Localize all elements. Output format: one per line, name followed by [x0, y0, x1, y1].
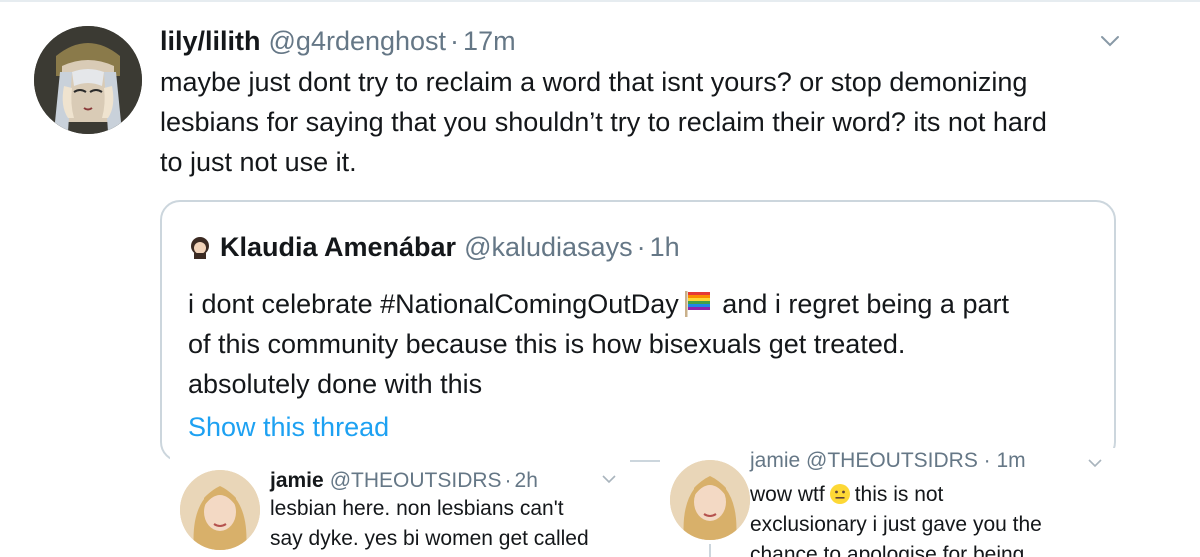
quoted-display-name[interactable]: Klaudia Amenábar — [220, 230, 456, 264]
embedded-tweet-text: lesbian here. non lesbians can't say dyk… — [270, 494, 630, 554]
separator-dot: · — [636, 232, 646, 262]
tweet-header: lily/lilith @g4rdenghost · 17m — [160, 24, 516, 58]
user-handle[interactable]: @g4rdenghost — [269, 24, 447, 58]
embedded-display-name: jamie — [270, 469, 324, 492]
avatar[interactable] — [34, 26, 142, 134]
tweet-text-line: maybe just dont try to reclaim a word th… — [160, 67, 1028, 97]
embedded-text-part: this is not — [854, 483, 944, 506]
blonde-avatar-icon — [670, 460, 750, 540]
embedded-text-line: wow wtf this is not — [750, 480, 1110, 510]
top-divider — [0, 0, 1200, 2]
separator-dot: · — [504, 469, 512, 492]
embedded-text-line: say dyke. yes bi women get called — [270, 527, 589, 550]
avatar — [670, 460, 750, 540]
quoted-user-handle[interactable]: @kaludiasays — [464, 230, 633, 264]
embedded-text-line: exclusionary i just gave you the — [750, 513, 1042, 536]
quoted-tweet-header: Klaudia Amenábar @kaludiasays · 1h — [188, 230, 680, 264]
separator-dot: · — [450, 26, 460, 56]
quoted-timestamp: 1h — [649, 232, 680, 262]
embedded-text-line: chance to apologise for being — [750, 543, 1025, 557]
blonde-avatar-icon — [180, 470, 260, 550]
neutral-face-emoji-icon — [829, 484, 850, 504]
embedded-text-line: lesbian here. non lesbians can't — [270, 497, 564, 520]
quoted-text-part: and i regret being a part — [714, 289, 1009, 319]
chevron-down-icon — [602, 475, 616, 484]
embedded-tweet-text: wow wtf this is not exclusionary i just … — [750, 480, 1110, 557]
tweet-text: maybe just dont try to reclaim a word th… — [160, 62, 1120, 182]
quoted-tweet-text: i dont celebrate #NationalComingOutDay a… — [188, 284, 1088, 404]
embedded-timestamp: 2h — [514, 469, 538, 492]
quoted-text-line: i dont celebrate #NationalComingOutDay a… — [188, 284, 1088, 324]
avatar — [180, 470, 260, 550]
embedded-tweet-screenshot-right: jamie @THEOUTSIDRS · 1m wow wtf this is … — [660, 448, 1120, 557]
embedded-tweet-header-partial: jamie @THEOUTSIDRS · 1m — [750, 448, 1026, 474]
anime-avatar-icon — [34, 26, 142, 134]
tweet-text-line: lesbians for saying that you shouldn’t t… — [160, 107, 1047, 137]
show-thread-link[interactable]: Show this thread — [188, 410, 389, 444]
embedded-header-partial: jamie @THEOUTSIDRS · 1m — [750, 449, 1026, 472]
thread-line — [709, 544, 711, 557]
woman-emoji-icon — [191, 237, 209, 259]
quoted-text-line: absolutely done with this — [188, 369, 483, 399]
embedded-tweet-screenshot-left: jamie @THEOUTSIDRS · 2h lesbian here. no… — [170, 448, 630, 557]
embedded-handle: @THEOUTSIDRS — [329, 469, 502, 492]
chevron-down-icon[interactable] — [1100, 34, 1120, 48]
quoted-tweet-card[interactable]: Klaudia Amenábar @kaludiasays · 1h i don… — [160, 200, 1116, 462]
rainbow-flag-icon — [684, 291, 710, 317]
quoted-text-hashtag-part: i dont celebrate #NationalComingOutDay — [188, 289, 679, 319]
embedded-tweet-header: jamie @THEOUTSIDRS · 2h — [270, 468, 538, 494]
tweet-text-line: to just not use it. — [160, 147, 357, 177]
display-name[interactable]: lily/lilith — [160, 24, 261, 58]
embedded-text-part: wow wtf — [750, 483, 825, 506]
timestamp[interactable]: 17m — [463, 24, 516, 58]
chevron-down-icon — [1088, 459, 1102, 468]
quoted-text-line: of this community because this is how bi… — [188, 329, 906, 359]
